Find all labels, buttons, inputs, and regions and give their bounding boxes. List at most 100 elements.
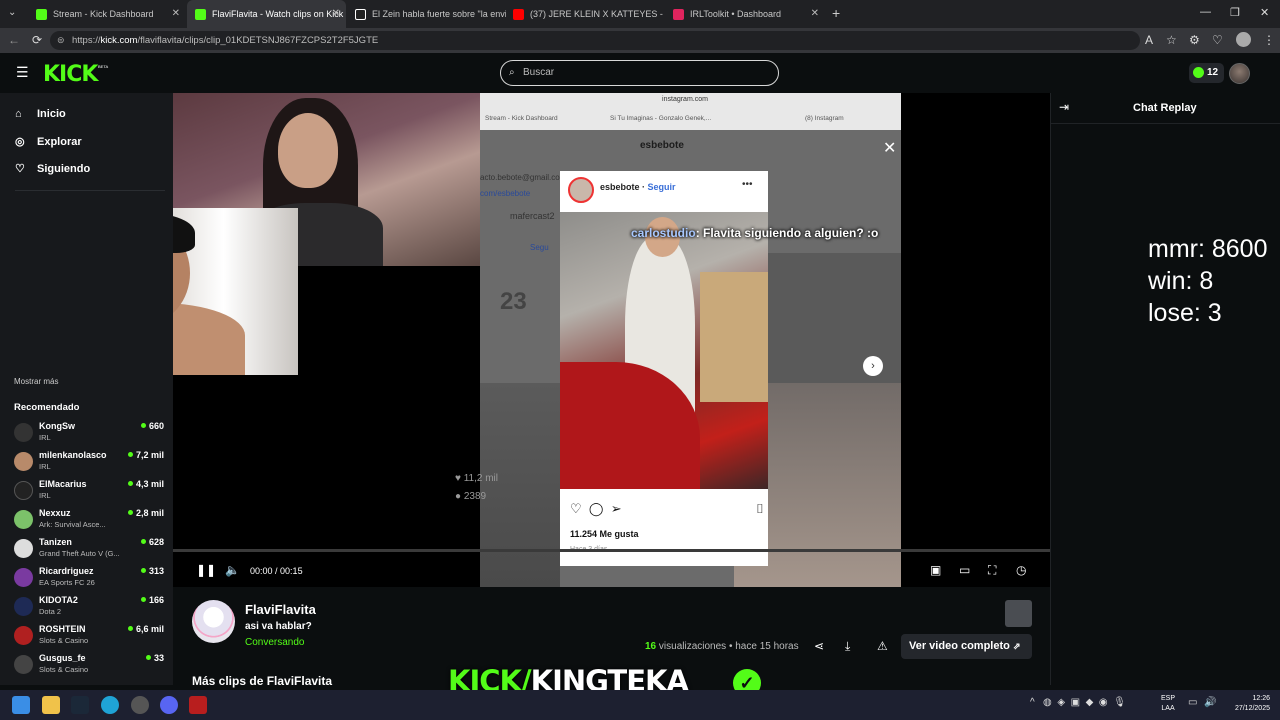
- compass-icon: ◎: [15, 136, 25, 148]
- discord-icon[interactable]: [160, 696, 178, 714]
- show-more-link[interactable]: Mostrar más: [14, 377, 58, 386]
- clip-thumbnail-placeholder: [1005, 600, 1032, 627]
- mmr-value: mmr: 8600: [1148, 235, 1268, 263]
- close-tab-icon[interactable]: ✕: [332, 8, 340, 19]
- pause-icon[interactable]: ❚❚: [196, 563, 216, 577]
- tab-flaviflavita-clips[interactable]: FlaviFlavita - Watch clips on Kick ✕: [187, 0, 346, 28]
- collapse-chat-icon[interactable]: ⇥: [1059, 100, 1069, 114]
- language-indicator[interactable]: ESP LAA: [1161, 694, 1175, 714]
- microphone-icon[interactable]: 🎙: [1113, 697, 1126, 708]
- tab-kick-dashboard[interactable]: Stream - Kick Dashboard ✕: [28, 0, 186, 28]
- network-icon[interactable]: ▭: [1188, 697, 1197, 708]
- close-window-icon[interactable]: ✕: [1260, 6, 1269, 19]
- tray-app-icon[interactable]: ◆: [1086, 697, 1094, 708]
- tray-chevron-icon[interactable]: ^: [1030, 697, 1035, 708]
- video-player[interactable]: instagram.com Stream - Kick Dashboard Si…: [173, 93, 1050, 587]
- close-tab-icon[interactable]: ✕: [172, 8, 180, 19]
- tab-list-icon[interactable]: ⌄: [8, 7, 16, 18]
- post-avatar: [568, 177, 594, 203]
- collections-icon[interactable]: ♡: [1212, 33, 1223, 47]
- obs-icon[interactable]: [131, 696, 149, 714]
- system-tray: ^ ◍ ◈ ▣ ◆ ◉ 🎙: [1030, 697, 1126, 708]
- extensions-icon[interactable]: ⚙: [1189, 33, 1200, 47]
- windows-start-icon[interactable]: [12, 696, 30, 714]
- recommended-channel[interactable]: KongSw IRL 660: [14, 420, 164, 448]
- profile-follow: Segu: [530, 243, 549, 252]
- recommended-channel[interactable]: KIDOTA2 Dota 2 166: [14, 594, 164, 622]
- user-avatar[interactable]: [1229, 63, 1250, 84]
- webcam-figure: [173, 213, 195, 253]
- viewer-count-value: 166: [148, 595, 164, 605]
- chat-title: Chat Replay: [1133, 102, 1197, 114]
- loading-icon[interactable]: ⟳: [32, 33, 42, 47]
- kick-header: ☰ KICK BETA ⌕ Buscar 12: [0, 53, 1280, 93]
- more-menu-icon[interactable]: ⋮: [1263, 33, 1275, 47]
- minimize-icon[interactable]: —: [1200, 6, 1211, 18]
- tray-app-icon[interactable]: ▣: [1071, 697, 1080, 708]
- download-icon[interactable]: ⤓: [845, 639, 850, 654]
- channel-avatar: [14, 539, 33, 558]
- recommended-channel[interactable]: Gusgus_fe Slots & Casino 33: [14, 652, 164, 680]
- recommended-channel[interactable]: ROSHTEIN Slots & Casino 6,6 mil: [14, 623, 164, 651]
- hamburger-menu-icon[interactable]: ☰: [16, 64, 29, 81]
- channel-avatar[interactable]: [192, 600, 235, 643]
- beta-badge: BETA: [98, 64, 109, 69]
- instagram-profile-name: esbebote: [640, 140, 684, 151]
- tray-app-icon[interactable]: ◍: [1043, 697, 1052, 708]
- next-post-arrow-icon: ›: [863, 356, 883, 376]
- playback-speed-icon[interactable]: ◷: [1016, 563, 1026, 577]
- share-icon[interactable]: ⋖: [814, 639, 824, 653]
- sidebar-item-explorar[interactable]: ◎ Explorar: [15, 135, 82, 149]
- recommended-channel[interactable]: ElMacarius IRL 4,3 mil: [14, 478, 164, 506]
- read-aloud-icon[interactable]: A: [1145, 33, 1153, 47]
- recommended-channel[interactable]: milenkanolasco IRL 7,2 mil: [14, 449, 164, 477]
- watch-full-video-button[interactable]: Ver video completo ⇗: [901, 634, 1032, 659]
- kick-logo[interactable]: KICK: [43, 62, 98, 87]
- recommended-channel[interactable]: Tanizen Grand Theft Auto V (G... 628: [14, 536, 164, 564]
- restore-icon[interactable]: ❐: [1230, 6, 1240, 19]
- kick-favicon-icon: [36, 8, 47, 20]
- sidebar-item-inicio[interactable]: ⌂ Inicio: [15, 108, 66, 120]
- kicks-balance-button[interactable]: 12: [1189, 63, 1224, 83]
- viewer-count: 33: [145, 653, 164, 663]
- back-icon[interactable]: ←: [8, 33, 20, 47]
- win-value: win: 8: [1148, 267, 1214, 295]
- recommended-channel[interactable]: Nexxuz Ark: Survival Asce... 2,8 mil: [14, 507, 164, 535]
- tray-app-icon[interactable]: ◈: [1057, 697, 1065, 708]
- channel-name: Gusgus_fe: [39, 653, 86, 663]
- new-tab-icon[interactable]: +: [832, 5, 840, 21]
- site-info-icon[interactable]: ⊜: [57, 31, 65, 50]
- clip-owner-name[interactable]: FlaviFlavita: [245, 602, 316, 617]
- search-input[interactable]: ⌕ Buscar: [500, 60, 779, 86]
- edge-icon[interactable]: [101, 696, 119, 714]
- taskbar-clock[interactable]: 12:26 27/12/2025: [1226, 694, 1270, 714]
- url-prefix: https://: [72, 35, 101, 46]
- close-tab-icon[interactable]: ✕: [811, 8, 819, 19]
- tab-youtube[interactable]: (37) JERE KLEIN X KATTEYES - TOD: [505, 0, 665, 28]
- theater-mode-icon[interactable]: ▭: [959, 563, 970, 577]
- miniplayer-icon[interactable]: ▣: [930, 563, 941, 577]
- favorite-star-icon[interactable]: ☆: [1166, 33, 1177, 47]
- search-placeholder: Buscar: [523, 67, 555, 78]
- url-path: /flaviflavita/clips/clip_01KDETSNJ867FZC…: [137, 35, 379, 46]
- clip-time-ago: hace 15 horas: [735, 641, 799, 652]
- viewer-count: 166: [140, 595, 164, 605]
- recommended-channel[interactable]: Ricardriguez EA Sports FC 26 313: [14, 565, 164, 593]
- tab-label: (37) JERE KLEIN X KATTEYES - TOD: [530, 9, 665, 19]
- video-progress-bar[interactable]: [173, 549, 1050, 552]
- tab-irltoolkit[interactable]: IRLToolkit • Dashboard ✕: [665, 0, 825, 28]
- tab-tiktok[interactable]: El Zein habla fuerte sobre "la envi: [347, 0, 506, 28]
- speaker-icon[interactable]: 🔊: [1204, 697, 1216, 708]
- dota-icon[interactable]: [189, 696, 207, 714]
- url-field[interactable]: ⊜ https://kick.com/flaviflavita/clips/cl…: [50, 31, 1140, 50]
- profile-icon[interactable]: [1236, 32, 1251, 47]
- viewer-count: 6,6 mil: [127, 624, 164, 634]
- steam-icon[interactable]: [71, 696, 89, 714]
- clip-category[interactable]: Conversando: [245, 637, 304, 648]
- steam-tray-icon[interactable]: ◉: [1099, 697, 1108, 708]
- fullscreen-icon[interactable]: ⛶: [988, 563, 996, 578]
- report-icon[interactable]: ⚠: [877, 639, 888, 653]
- sidebar-item-siguiendo[interactable]: ♡ Siguiendo: [15, 162, 90, 176]
- file-explorer-icon[interactable]: [42, 696, 60, 714]
- volume-icon[interactable]: 🔈: [225, 563, 240, 577]
